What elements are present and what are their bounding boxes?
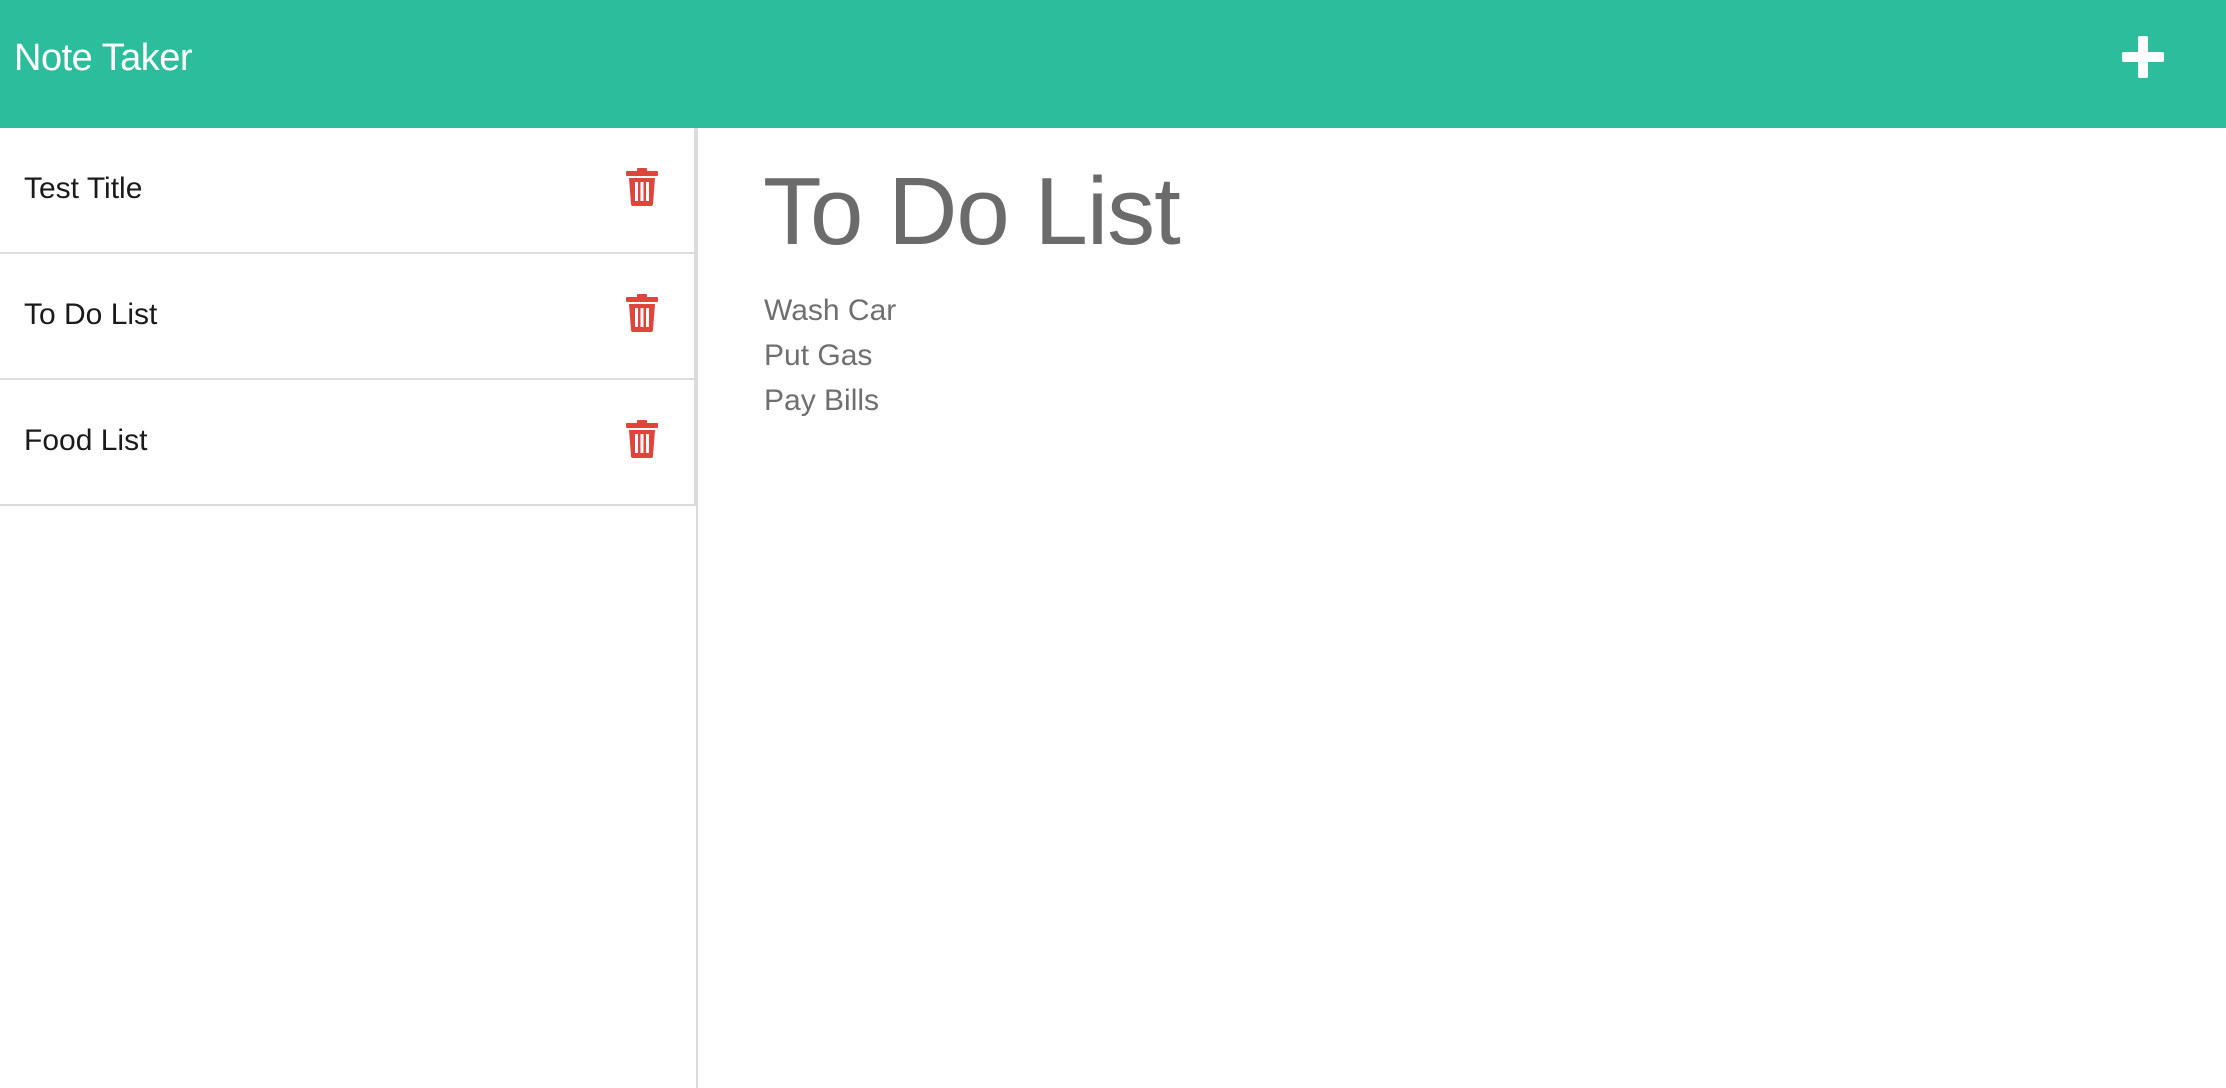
trash-icon [626,168,658,206]
new-note-button[interactable] [2118,30,2168,84]
delete-note-button[interactable] [626,294,658,332]
note-list-item-title[interactable]: Food List [24,423,147,459]
note-list-item-title[interactable]: To Do List [24,297,157,333]
trash-icon [626,294,658,332]
note-list-item[interactable]: Test Title [0,128,696,254]
plus-icon [2122,36,2164,78]
trash-icon [626,420,658,458]
note-list-sidebar: Test Title To Do List Food List [0,128,698,1088]
note-title[interactable]: To Do List [763,152,1181,272]
note-list-item-title[interactable]: Test Title [24,171,142,207]
navbar: Note Taker [0,0,2226,128]
note-body[interactable]: Wash Car Put Gas Pay Bills [764,288,896,423]
note-body-line: Wash Car [764,294,897,327]
app-brand[interactable]: Note Taker [14,30,193,86]
note-list: Test Title To Do List Food List [0,128,696,506]
note-body-line: Pay Bills [764,384,880,417]
delete-note-button[interactable] [626,168,658,206]
note-list-item[interactable]: To Do List [0,254,696,380]
note-editor: To Do List Wash Car Put Gas Pay Bills [700,128,2226,1088]
note-body-line: Put Gas [764,339,873,372]
note-list-item[interactable]: Food List [0,380,696,506]
delete-note-button[interactable] [626,420,658,458]
